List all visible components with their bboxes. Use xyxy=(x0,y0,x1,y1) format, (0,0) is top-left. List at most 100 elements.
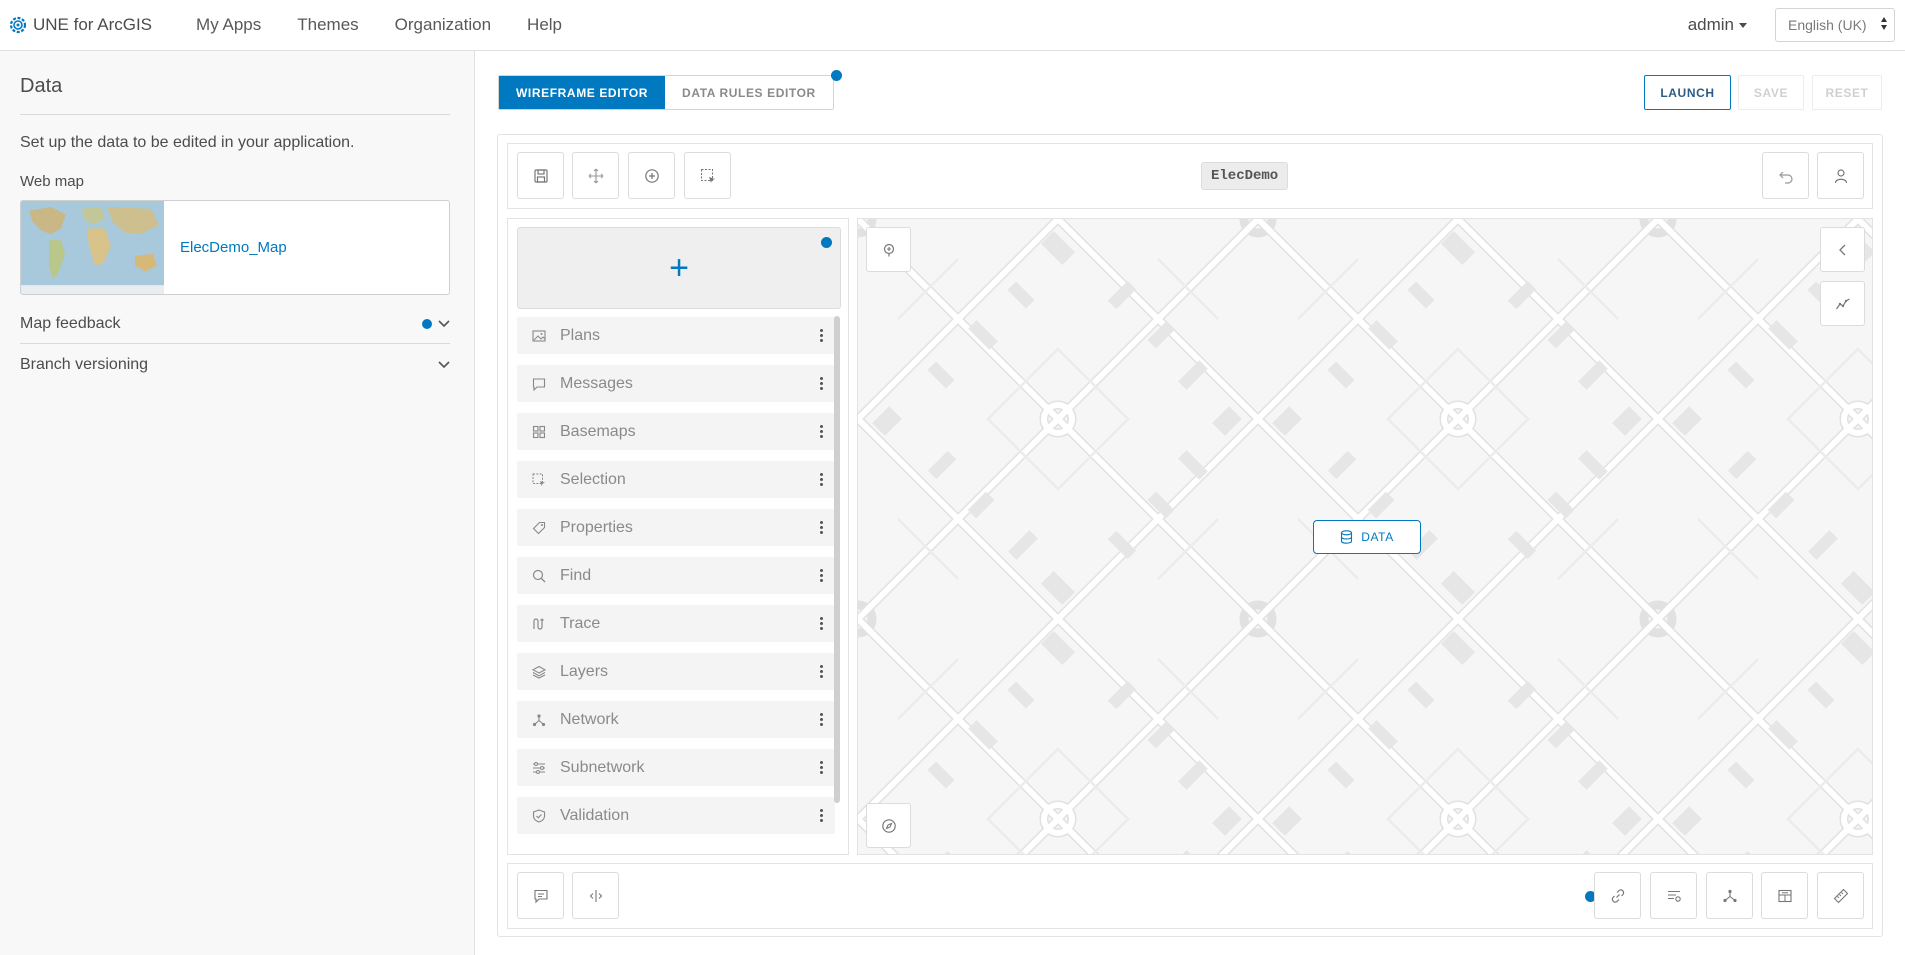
nav-right: admin English (UK) xyxy=(1688,8,1895,42)
move-icon xyxy=(588,168,603,183)
link-widget-slot[interactable] xyxy=(1594,872,1641,919)
tab-wireframe-editor[interactable]: WIREFRAME EDITOR xyxy=(499,76,666,109)
widget-item-basemaps[interactable]: Basemaps xyxy=(517,413,835,450)
filter-widget-slot[interactable] xyxy=(1650,872,1697,919)
more-options-icon[interactable] xyxy=(820,521,823,534)
widget-item-validation[interactable]: Validation xyxy=(517,797,835,834)
more-options-icon[interactable] xyxy=(820,617,823,630)
add-point-widget-slot[interactable] xyxy=(628,152,675,199)
line-graph-icon xyxy=(1835,297,1850,309)
more-options-icon[interactable] xyxy=(820,809,823,822)
widget-item-subnetwork[interactable]: Subnetwork xyxy=(517,749,835,786)
gear-logo-icon xyxy=(9,16,27,34)
widget-item-messages[interactable]: Messages xyxy=(517,365,835,402)
more-options-icon[interactable] xyxy=(820,761,823,774)
widget-list-scrollbar[interactable] xyxy=(834,316,840,803)
notification-dot xyxy=(821,237,832,248)
widget-label: Subnetwork xyxy=(560,758,645,776)
split-horizontal-icon xyxy=(589,889,602,902)
chevron-down-icon xyxy=(438,361,450,369)
widget-item-plans[interactable]: Plans xyxy=(517,317,835,354)
tab-data-rules-editor[interactable]: DATA RULES EDITOR xyxy=(665,76,833,109)
table-widget-slot[interactable] xyxy=(1761,872,1808,919)
more-options-icon[interactable] xyxy=(820,377,823,390)
more-options-icon[interactable] xyxy=(820,569,823,582)
notification-dot xyxy=(831,70,842,81)
add-widget-button[interactable]: + xyxy=(517,227,841,309)
network-icon xyxy=(1722,889,1737,902)
widget-item-find[interactable]: Find xyxy=(517,557,835,594)
nav-organization[interactable]: Organization xyxy=(395,15,491,35)
widget-label: Plans xyxy=(560,326,601,344)
widget-panel: + Plans Messages Basemaps Selection Prop… xyxy=(507,218,849,855)
data-badge-button[interactable]: DATA xyxy=(1313,520,1421,554)
editor-tabs: WIREFRAME EDITOR DATA RULES EDITOR xyxy=(498,75,834,110)
nav-themes[interactable]: Themes xyxy=(297,15,358,35)
selection-icon xyxy=(700,168,715,183)
measure-widget-slot[interactable] xyxy=(1817,872,1864,919)
select-widget-slot[interactable] xyxy=(684,152,731,199)
main-nav: My Apps Themes Organization Help xyxy=(196,15,598,35)
status-dot xyxy=(422,318,432,329)
tag-icon xyxy=(532,521,546,534)
map-view[interactable]: DATA xyxy=(857,218,1873,855)
webmap-name[interactable]: ElecDemo_Map xyxy=(180,239,287,256)
more-options-icon[interactable] xyxy=(820,329,823,342)
widget-item-properties[interactable]: Properties xyxy=(517,509,835,546)
trace-icon xyxy=(533,617,544,630)
undo-icon xyxy=(1778,171,1793,184)
language-select[interactable]: English (UK) xyxy=(1775,8,1895,42)
split-widget-slot[interactable] xyxy=(572,872,619,919)
app-name-label: ElecDemo xyxy=(1201,162,1289,190)
profile-widget-slot[interactable] xyxy=(1820,281,1865,326)
more-options-icon[interactable] xyxy=(820,425,823,438)
compass-widget-slot[interactable] xyxy=(866,803,911,848)
widget-item-trace[interactable]: Trace xyxy=(517,605,835,642)
section-branch-versioning[interactable]: Branch versioning xyxy=(20,345,450,385)
image-icon xyxy=(532,329,546,342)
comment-icon xyxy=(533,889,548,903)
widget-label: Messages xyxy=(560,374,633,392)
layers-icon xyxy=(532,665,546,679)
selection-icon xyxy=(532,473,545,486)
attribute-table-icon xyxy=(1777,889,1792,902)
reset-button[interactable]: RESET xyxy=(1812,75,1882,110)
search-icon xyxy=(532,569,546,582)
widget-item-network[interactable]: Network xyxy=(517,701,835,738)
user-icon xyxy=(1834,168,1847,183)
location-widget-slot[interactable] xyxy=(866,227,911,272)
widget-label: Basemaps xyxy=(560,422,636,440)
compass-icon xyxy=(881,818,896,833)
add-circle-icon xyxy=(644,168,659,183)
save-button[interactable]: SAVE xyxy=(1738,75,1804,110)
pan-widget-slot[interactable] xyxy=(572,152,619,199)
shield-check-icon xyxy=(532,808,546,823)
nav-my-apps[interactable]: My Apps xyxy=(196,15,261,35)
widget-item-layers[interactable]: Layers xyxy=(517,653,835,690)
chevron-left-icon xyxy=(1838,244,1845,255)
panel-description: Set up the data to be edited in your app… xyxy=(20,134,355,151)
more-options-icon[interactable] xyxy=(820,713,823,726)
webmap-card[interactable]: ElecDemo_Map xyxy=(20,200,450,295)
save-widget-slot[interactable] xyxy=(517,152,564,199)
widget-item-selection[interactable]: Selection xyxy=(517,461,835,498)
grid-icon xyxy=(532,425,546,438)
subnetwork-icon xyxy=(533,761,545,774)
nav-help[interactable]: Help xyxy=(527,15,562,35)
floppy-icon xyxy=(533,168,548,183)
section-label: Map feedback xyxy=(20,314,121,332)
user-widget-slot[interactable] xyxy=(1817,152,1864,199)
more-options-icon[interactable] xyxy=(820,473,823,486)
user-menu[interactable]: admin xyxy=(1688,15,1747,35)
collapse-panel-slot[interactable] xyxy=(1820,227,1865,272)
chevron-down-icon xyxy=(438,319,450,327)
undo-widget-slot[interactable] xyxy=(1762,152,1809,199)
section-map-feedback[interactable]: Map feedback xyxy=(20,304,450,344)
network-widget-slot[interactable] xyxy=(1706,872,1753,919)
launch-button[interactable]: LAUNCH xyxy=(1644,75,1731,110)
widget-label: Network xyxy=(560,710,619,728)
more-options-icon[interactable] xyxy=(820,665,823,678)
caret-down-icon xyxy=(1739,22,1747,28)
brand[interactable]: UNE for ArcGIS xyxy=(8,0,152,50)
comment-widget-slot[interactable] xyxy=(517,872,564,919)
